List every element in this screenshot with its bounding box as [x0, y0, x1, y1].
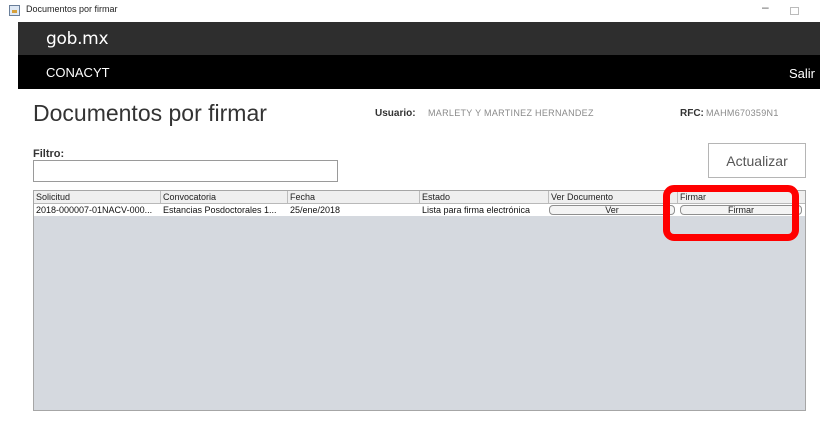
logout-link[interactable]: Salir: [789, 66, 815, 81]
window-title: Documentos por firmar: [26, 4, 118, 14]
page-title: Documentos por firmar: [33, 100, 267, 126]
minimize-button[interactable]: –: [762, 0, 769, 14]
rfc-value: MAHM670359N1: [706, 108, 779, 118]
table-header: Solicitud Convocatoria Fecha Estado Ver …: [34, 191, 805, 204]
column-header-fecha[interactable]: Fecha: [288, 191, 420, 203]
table-row[interactable]: 2018-000007-01NACV-000... Estancias Posd…: [34, 204, 805, 216]
user-label: Usuario:: [375, 108, 416, 119]
conacyt-header-bar: CONACYT Salir: [18, 55, 820, 89]
gob-header-bar: gob.mx: [18, 22, 820, 55]
column-header-ver-documento[interactable]: Ver Documento: [549, 191, 678, 203]
column-header-convocatoria[interactable]: Convocatoria: [161, 191, 288, 203]
cell-solicitud: 2018-000007-01NACV-000...: [36, 205, 153, 215]
refresh-button[interactable]: Actualizar: [708, 143, 806, 178]
user-value: MARLETY Y MARTINEZ HERNANDEZ: [428, 108, 594, 118]
rfc-label: RFC:: [680, 108, 704, 119]
column-header-solicitud[interactable]: Solicitud: [34, 191, 161, 203]
org-name: CONACYT: [46, 65, 110, 80]
app-icon: [9, 5, 20, 16]
view-document-button[interactable]: Ver: [549, 205, 675, 215]
filter-input[interactable]: [33, 160, 338, 182]
filter-label: Filtro:: [33, 148, 65, 160]
window-titlebar: Documentos por firmar –: [0, 0, 820, 22]
sign-button[interactable]: Firmar: [680, 205, 802, 215]
cell-estado: Lista para firma electrónica: [422, 205, 531, 215]
column-header-estado[interactable]: Estado: [420, 191, 549, 203]
gob-logo: gob.mx: [46, 29, 109, 49]
documents-table: Solicitud Convocatoria Fecha Estado Ver …: [33, 190, 806, 411]
maximize-button[interactable]: [790, 7, 799, 15]
column-header-firmar[interactable]: Firmar: [678, 191, 805, 203]
cell-convocatoria: Estancias Posdoctorales 1...: [163, 205, 277, 215]
cell-fecha: 25/ene/2018: [290, 205, 341, 215]
